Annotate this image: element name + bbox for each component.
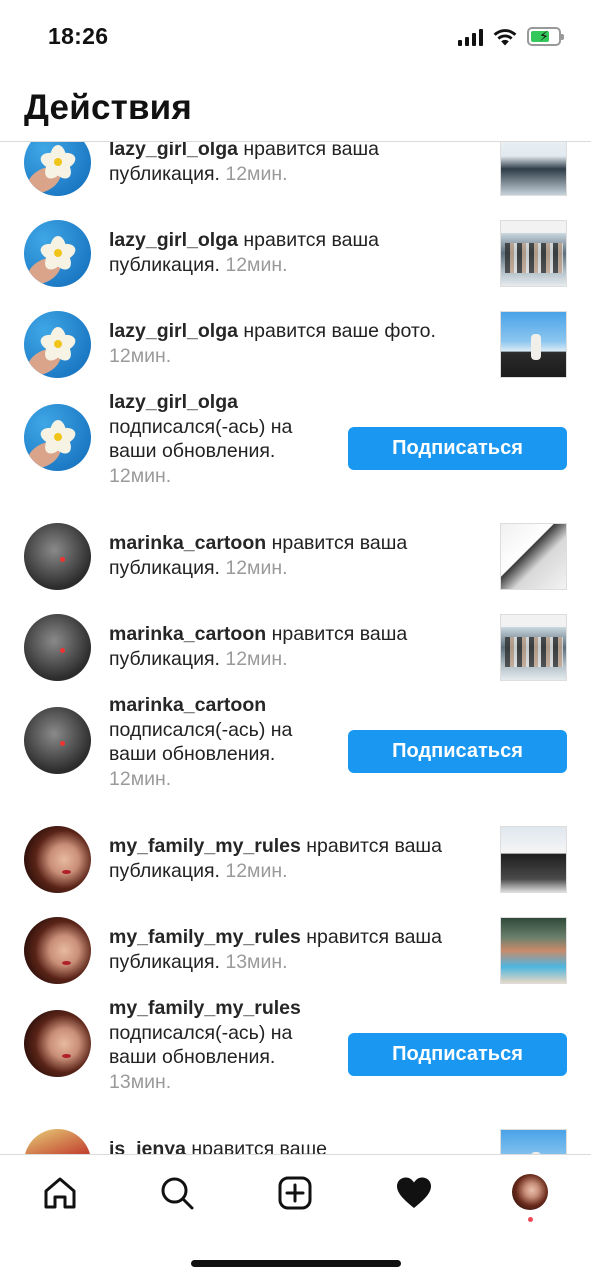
home-icon[interactable] (40, 1173, 80, 1213)
post-thumbnail[interactable] (500, 826, 567, 893)
notification-text: my_family_my_rules подписался(-ась) на в… (109, 996, 334, 1094)
post-thumbnail[interactable] (500, 523, 567, 590)
user-avatar[interactable] (24, 826, 91, 893)
status-time: 18:26 (48, 23, 109, 49)
username-link[interactable]: marinka_cartoon (109, 623, 266, 645)
username-link[interactable]: lazy_girl_olga (109, 142, 238, 160)
follow-button[interactable]: Подписаться (348, 730, 567, 773)
user-avatar[interactable] (24, 404, 91, 471)
post-thumbnail[interactable] (500, 1129, 567, 1154)
wifi-icon (493, 28, 517, 45)
page-title: Действия (24, 88, 193, 127)
battery-icon: ⚡ (527, 27, 564, 46)
username-link[interactable]: my_family_my_rules (109, 926, 301, 948)
notification-action: подписался(-ась) на ваши обновления. (109, 415, 293, 463)
notification-time: 13мин. (225, 950, 288, 973)
home-indicator (191, 1260, 401, 1267)
follow-button[interactable]: Подписаться (348, 427, 567, 470)
heart-icon[interactable] (394, 1173, 434, 1213)
user-avatar[interactable] (24, 917, 91, 984)
notification-row[interactable]: my_family_my_rules нравится ваша публика… (0, 905, 591, 996)
notification-time: 12мин. (109, 767, 172, 790)
status-icons: ⚡ (458, 27, 564, 46)
username-link[interactable]: lazy_girl_olga (109, 391, 238, 413)
notification-text: marinka_cartoon нравится ваша публикация… (109, 622, 489, 671)
post-thumbnail[interactable] (500, 220, 567, 287)
user-avatar[interactable] (24, 1129, 91, 1154)
notification-row[interactable]: marinka_cartoon нравится ваша публикация… (0, 511, 591, 602)
profile-avatar[interactable] (512, 1174, 548, 1210)
notification-text: lazy_girl_olga нравится ваше фото. 12мин… (109, 319, 489, 368)
username-link[interactable]: my_family_my_rules (109, 997, 301, 1019)
notification-action: подписался(-ась) на ваши обновления. (109, 718, 293, 766)
notification-time: 12мин. (225, 556, 288, 579)
user-avatar[interactable] (24, 220, 91, 287)
notification-action: нравится ваше (185, 1138, 328, 1154)
notification-time: 12мин. (109, 464, 172, 487)
notification-row[interactable]: my_family_my_rules подписался(-ась) на в… (0, 996, 591, 1117)
user-avatar[interactable] (24, 311, 91, 378)
notification-dot (528, 1217, 533, 1222)
notification-text: my_family_my_rules нравится ваша публика… (109, 834, 489, 883)
cellular-signal-icon (458, 28, 483, 46)
user-avatar[interactable] (24, 1010, 91, 1077)
username-link[interactable]: is_jenya (109, 1138, 186, 1154)
user-avatar[interactable] (24, 614, 91, 681)
notification-row[interactable]: is_jenya нравится ваше (0, 1117, 591, 1154)
activity-feed[interactable]: lazy_girl_olga нравится ваша публикация.… (0, 142, 591, 1154)
post-thumbnail[interactable] (500, 917, 567, 984)
username-link[interactable]: lazy_girl_olga (109, 320, 238, 342)
user-avatar[interactable] (24, 707, 91, 774)
notification-time: 12мин. (225, 859, 288, 882)
username-link[interactable]: lazy_girl_olga (109, 229, 238, 251)
post-thumbnail[interactable] (500, 311, 567, 378)
notification-time: 12мин. (225, 162, 288, 185)
notification-action: подписался(-ась) на ваши обновления. (109, 1021, 293, 1069)
notification-text: lazy_girl_olga нравится ваша публикация.… (109, 142, 489, 186)
post-thumbnail[interactable] (500, 142, 567, 196)
notification-time: 12мин. (225, 647, 288, 670)
notification-time: 12мин. (225, 253, 288, 276)
notification-text: lazy_girl_olga нравится ваша публикация.… (109, 228, 489, 277)
notification-text: my_family_my_rules нравится ваша публика… (109, 925, 489, 974)
notification-text: marinka_cartoon подписался(-ась) на ваши… (109, 693, 334, 791)
username-link[interactable]: my_family_my_rules (109, 835, 301, 857)
notification-row[interactable]: my_family_my_rules нравится ваша публика… (0, 814, 591, 905)
header: Действия (0, 76, 591, 142)
notification-text: lazy_girl_olga подписался(-ась) на ваши … (109, 390, 334, 488)
user-avatar[interactable] (24, 142, 91, 196)
username-link[interactable]: marinka_cartoon (109, 694, 266, 716)
notification-action: нравится ваше фото. (237, 320, 436, 342)
follow-button[interactable]: Подписаться (348, 1033, 567, 1076)
status-bar: 18:26 ⚡ (0, 0, 591, 76)
notification-row[interactable]: marinka_cartoon подписался(-ась) на ваши… (0, 693, 591, 814)
user-avatar[interactable] (24, 523, 91, 590)
bottom-nav (0, 1154, 591, 1280)
notification-time: 13мин. (109, 1070, 172, 1093)
username-link[interactable]: marinka_cartoon (109, 532, 266, 554)
notification-row[interactable]: marinka_cartoon нравится ваша публикация… (0, 602, 591, 693)
notification-row[interactable]: lazy_girl_olga подписался(-ась) на ваши … (0, 390, 591, 511)
notification-time: 12мин. (109, 344, 172, 367)
notification-text: is_jenya нравится ваше (109, 1137, 489, 1154)
notification-text: marinka_cartoon нравится ваша публикация… (109, 531, 489, 580)
notification-row[interactable]: lazy_girl_olga нравится ваша публикация.… (0, 142, 591, 208)
notification-row[interactable]: lazy_girl_olga нравится ваша публикация.… (0, 208, 591, 299)
search-icon[interactable] (157, 1173, 197, 1213)
post-thumbnail[interactable] (500, 614, 567, 681)
add-post-icon[interactable] (275, 1173, 315, 1213)
notification-row[interactable]: lazy_girl_olga нравится ваше фото. 12мин… (0, 299, 591, 390)
